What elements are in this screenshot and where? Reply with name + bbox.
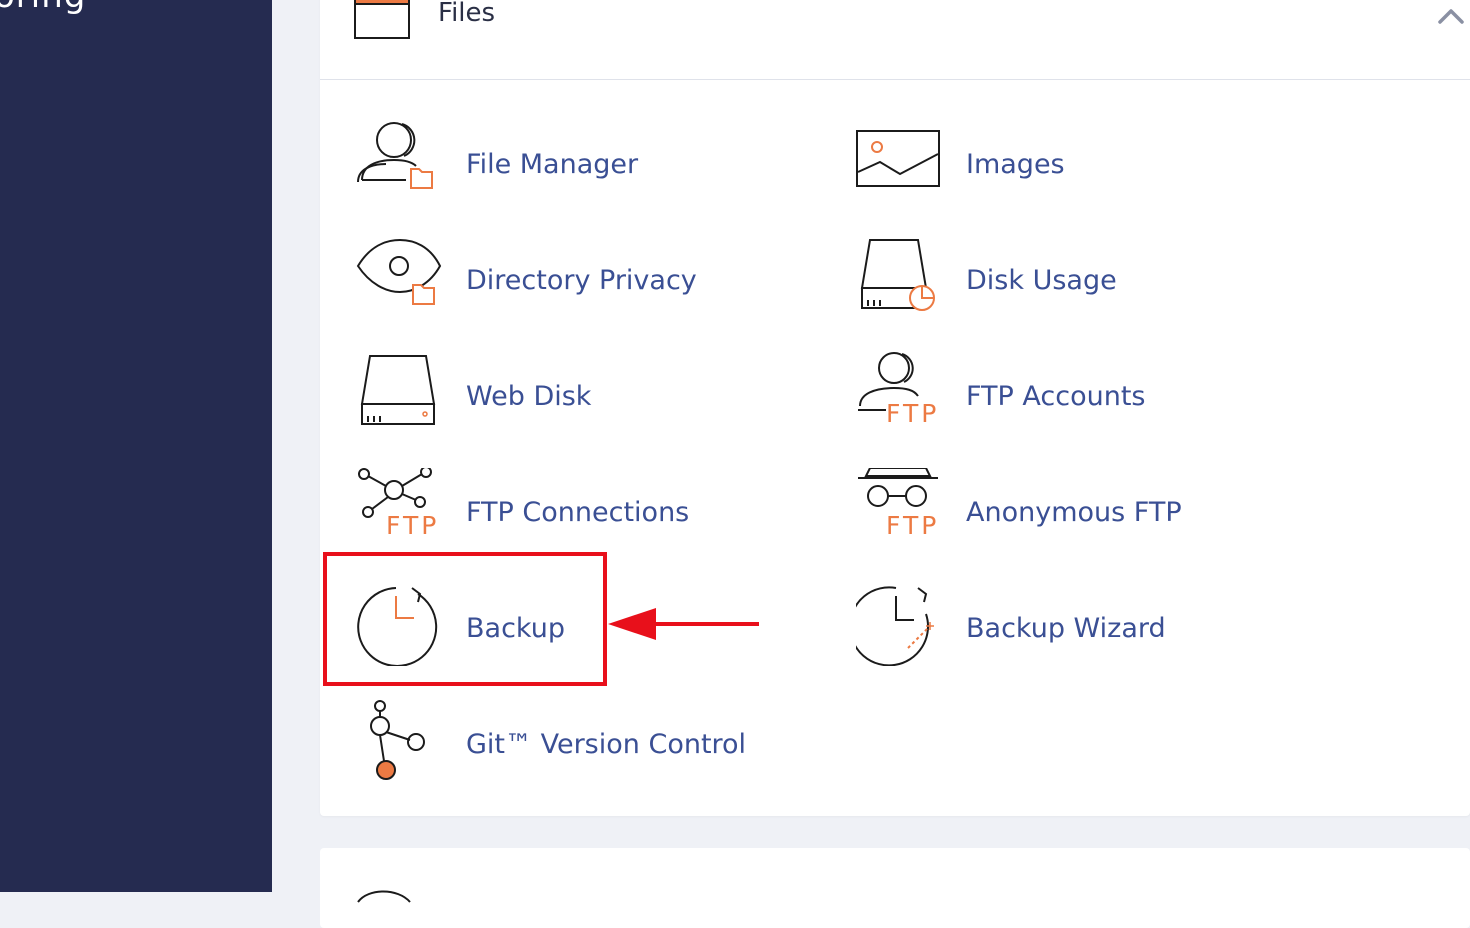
panel-title: Files xyxy=(438,0,496,28)
item-label: Backup xyxy=(466,613,565,644)
ftp-text: FTP xyxy=(886,399,939,428)
directory-privacy-icon xyxy=(356,236,444,314)
backup-icon xyxy=(356,584,442,670)
images-icon xyxy=(856,130,942,194)
item-label: Anonymous FTP xyxy=(966,497,1182,528)
web-disk-icon xyxy=(356,352,438,432)
item-label: File Manager xyxy=(466,149,639,180)
item-label: Images xyxy=(966,149,1065,180)
next-panel xyxy=(320,848,1470,928)
item-label: Disk Usage xyxy=(966,265,1117,296)
folder-icon xyxy=(353,0,411,44)
item-label: Web Disk xyxy=(466,381,592,412)
chevron-up-icon[interactable] xyxy=(1438,8,1464,28)
anonymous-ftp-icon: FTP xyxy=(856,467,946,548)
git-version-control-icon xyxy=(356,700,442,792)
sidebar-partial-label: oring xyxy=(0,0,86,16)
ftp-text: FTP xyxy=(386,511,439,540)
ftp-connections-icon: FTP xyxy=(356,466,446,548)
file-manager-icon xyxy=(356,120,438,198)
item-label: Backup Wizard xyxy=(966,613,1166,644)
disk-usage-icon xyxy=(856,236,942,318)
item-label: Git™ Version Control xyxy=(466,729,747,760)
next-panel-icon xyxy=(354,884,414,908)
item-label: Directory Privacy xyxy=(466,265,697,296)
item-label: FTP Connections xyxy=(466,497,690,528)
backup-wizard-icon xyxy=(849,584,942,670)
ftp-text: FTP xyxy=(886,511,939,540)
files-panel: Files File Manager Images Directory Priv… xyxy=(320,0,1470,816)
ftp-accounts-icon: FTP xyxy=(856,352,946,432)
item-label: FTP Accounts xyxy=(966,381,1146,412)
sidebar: oring xyxy=(0,0,272,892)
files-panel-header[interactable]: Files xyxy=(320,0,1470,80)
